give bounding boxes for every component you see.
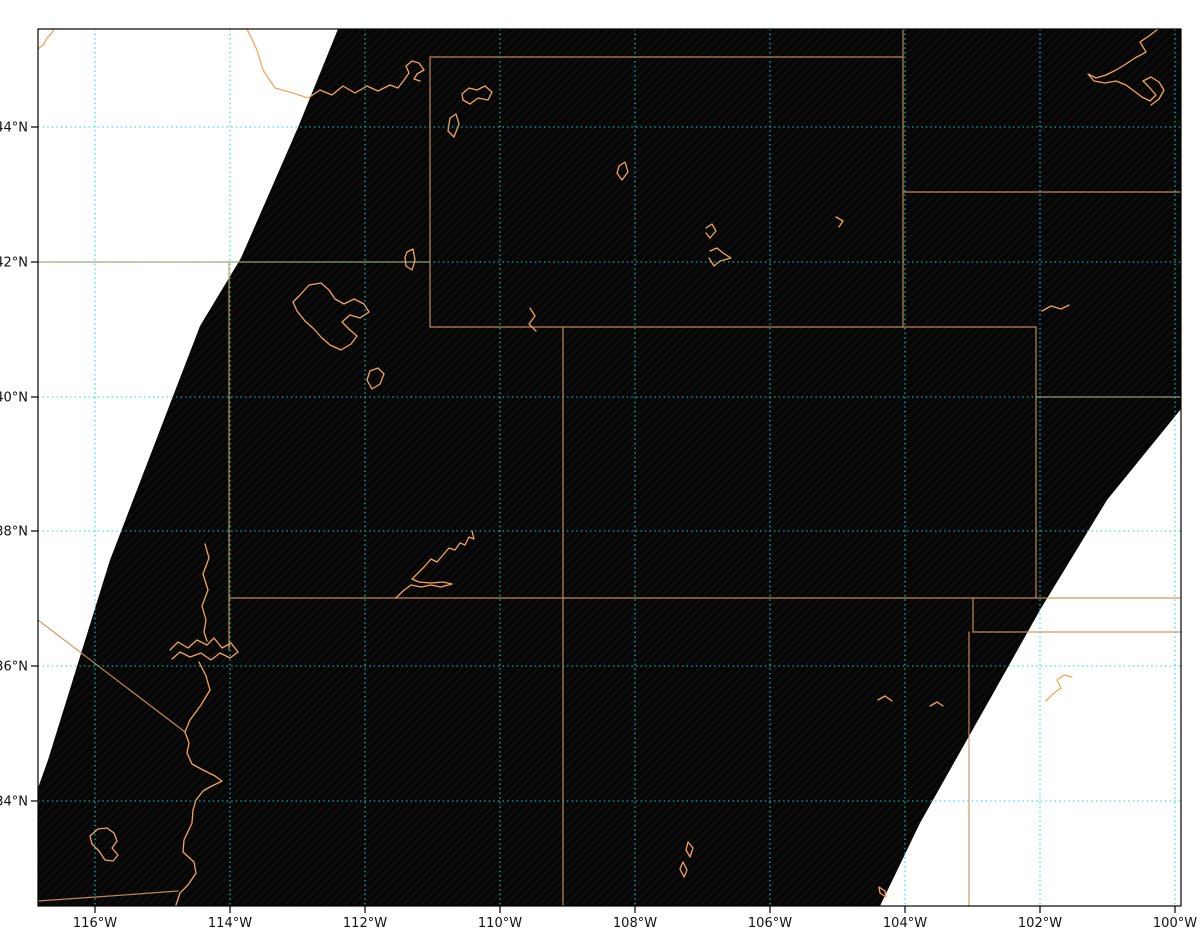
tick-label-lon-114°W: 114°W — [208, 916, 252, 929]
tick-label-lat-34°N: 34°N — [0, 795, 28, 810]
tick-label-lat-36°N: 36°N — [0, 660, 28, 675]
tick-label-lat-42°N: 42°N — [0, 256, 28, 271]
tick-label-lat-38°N: 38°N — [0, 525, 28, 540]
tick-label-lon-106°W: 106°W — [748, 916, 792, 929]
satellite-figure: GOES-18 Channel 2 (visible) Reflectance … — [0, 0, 1200, 929]
tick-label-lon-104°W: 104°W — [883, 916, 927, 929]
satellite-map-canvas: 116°W 114°W 112°W 110°W 108°W 106°W 104°W 102°W… — [0, 0, 1200, 929]
tick-label-lon-108°W: 108°W — [613, 916, 657, 929]
tick-label-lon-102°W: 102°W — [1018, 916, 1062, 929]
tick-label-lat-40°N: 40°N — [0, 391, 28, 406]
tick-label-lon-116°W: 116°W — [73, 916, 117, 929]
tick-label-lon-110°W: 110°W — [478, 916, 522, 929]
tick-label-lat-44°N: 44°N — [0, 121, 28, 136]
tick-label-lon-112°W: 112°W — [343, 916, 387, 929]
tick-label-lon-100°W: 100°W — [1153, 916, 1197, 929]
